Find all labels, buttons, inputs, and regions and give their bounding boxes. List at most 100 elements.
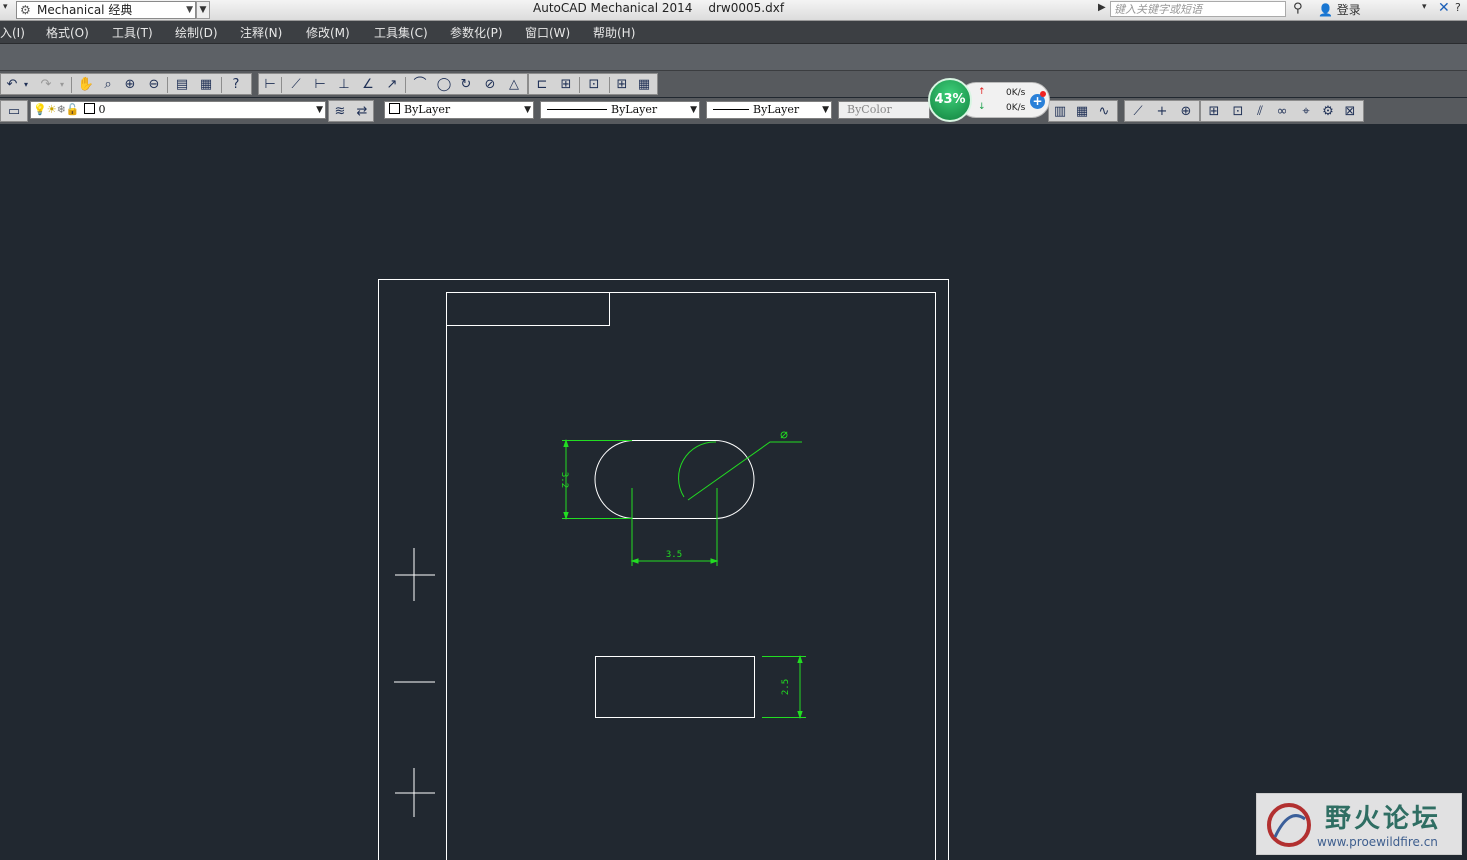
menu-parametric[interactable]: 参数化(P): [450, 24, 503, 41]
slot-height-dimension: [562, 440, 632, 519]
layer-states-icon[interactable]: ≋: [331, 103, 349, 121]
help-icon[interactable]: ?: [1455, 1, 1461, 14]
layer-manager-group: ▭: [0, 100, 28, 122]
upload-arrow-icon: ↑: [978, 87, 986, 97]
menu-insert[interactable]: 入(I): [0, 24, 25, 41]
dim-diameter-icon[interactable]: ⊘: [481, 76, 499, 94]
rectangle-shape: [595, 656, 755, 718]
dim-jogged-icon[interactable]: ↻: [457, 76, 475, 94]
lineweight-selector[interactable]: ByLayer ▼: [706, 101, 832, 119]
layer-selector[interactable]: 💡☀❄🔓 0 ▼: [30, 101, 326, 119]
curve-icon[interactable]: ∿: [1095, 103, 1113, 121]
diameter-leader: [687, 441, 802, 501]
login-label: 登录: [1336, 3, 1361, 17]
grid-icon[interactable]: ⊞: [613, 76, 631, 94]
hatch-icon[interactable]: ⊞: [1205, 103, 1223, 121]
dim-radius-icon[interactable]: ◯: [435, 76, 453, 94]
center-mark-icon[interactable]: ⊕: [1177, 103, 1195, 121]
search-input[interactable]: 键入关键字或短语: [1110, 1, 1286, 17]
color-value: ByLayer: [404, 103, 451, 116]
mechanical-tools-group: ⊞ ⊡ ⫽ ∞ ⌖ ⚙ ⊠: [1200, 100, 1364, 122]
sun-icon: ☀: [46, 103, 57, 116]
dim-quick-icon[interactable]: ⊢: [261, 76, 279, 94]
registration-mark-bottom: [395, 768, 435, 817]
diagonal-lines-icon[interactable]: ⫽: [1251, 103, 1269, 121]
dim-ordinate-icon[interactable]: ↗: [383, 76, 401, 94]
dim-angle-icon[interactable]: △: [505, 76, 523, 94]
customize-quick-access-button[interactable]: ▼: [196, 1, 210, 19]
linetype-value: ByLayer: [611, 103, 658, 116]
undo-icon[interactable]: ↶: [3, 76, 21, 94]
menu-modify[interactable]: 修改(M): [306, 24, 350, 41]
redo-dropdown-icon[interactable]: ▾: [57, 76, 67, 94]
chevron-down-icon: ▼: [316, 105, 323, 115]
table-icon[interactable]: ▦: [1073, 103, 1091, 121]
plotstyle-selector[interactable]: ByColor: [838, 101, 930, 119]
menu-tools[interactable]: 工具(T): [112, 24, 153, 41]
construction-line-icon[interactable]: ⟋: [1129, 103, 1147, 121]
color-selector[interactable]: ByLayer ▼: [384, 101, 534, 119]
binoculars-icon[interactable]: ⚲: [1293, 1, 1303, 16]
dim-angular-icon[interactable]: ∠: [359, 76, 377, 94]
linetype-selector[interactable]: ByLayer ▼: [540, 101, 700, 119]
dim-vertical-icon[interactable]: ⊥: [335, 76, 353, 94]
title-block: [446, 292, 610, 326]
dim-linear-icon[interactable]: ⊢: [311, 76, 329, 94]
file-name: drw0005.dxf: [708, 1, 785, 15]
lineweight-preview: [713, 109, 749, 110]
balloon-icon[interactable]: ⚙: [1319, 103, 1337, 121]
pan-icon[interactable]: ✋: [77, 76, 95, 94]
zoom-previous-icon[interactable]: ⊖: [145, 76, 163, 94]
login-button[interactable]: 👤 登录: [1318, 1, 1361, 18]
chevron-down-icon: ▼: [690, 105, 697, 115]
toolbar-separator: [71, 77, 72, 93]
freeze-icon: ❄: [56, 103, 66, 116]
drawing-canvas[interactable]: 3.2 3.5 ∅ 2.5: [0, 125, 1467, 860]
menu-help[interactable]: 帮助(H): [593, 24, 635, 41]
symbols-icon[interactable]: ∞: [1273, 103, 1291, 121]
dim-space-icon[interactable]: ⊡: [585, 76, 603, 94]
dim-continue-icon[interactable]: ⊞: [557, 76, 575, 94]
menu-annotate[interactable]: 注释(N): [240, 24, 282, 41]
undo-dropdown-icon[interactable]: ▾: [21, 76, 31, 94]
menu-draw[interactable]: 绘制(D): [175, 24, 218, 41]
login-dropdown-icon[interactable]: ▾: [1422, 2, 1427, 12]
detail-icon[interactable]: ⊡: [1229, 103, 1247, 121]
dim-baseline-icon[interactable]: ⊏: [533, 76, 551, 94]
menu-format[interactable]: 格式(O): [46, 24, 89, 41]
target-icon[interactable]: ⌖: [1297, 103, 1315, 121]
sheet-outer-border: [378, 279, 949, 860]
slot-spacing-text: 3.5: [666, 550, 682, 560]
color-swatch: [389, 103, 400, 114]
dim-aligned-icon[interactable]: ⟋: [287, 76, 305, 94]
search-expand-icon[interactable]: ▶: [1098, 2, 1106, 13]
properties-icon[interactable]: ▤: [173, 76, 191, 94]
help-icon[interactable]: ?: [227, 76, 245, 94]
bom-icon[interactable]: ⊠: [1341, 103, 1359, 121]
redo-icon[interactable]: ↷: [37, 76, 55, 94]
menu-window[interactable]: 窗口(W): [525, 24, 570, 41]
snap-tools-group: ⟋ + ⊕: [1124, 100, 1200, 122]
table-icon[interactable]: ▦: [635, 76, 653, 94]
dim-arc-icon[interactable]: ⌒: [411, 76, 429, 94]
menu-toolsets[interactable]: 工具集(C): [374, 24, 428, 41]
quick-access-arrow[interactable]: ▾: [3, 2, 8, 12]
toolbar-separator: [167, 77, 168, 93]
zoom-realtime-icon[interactable]: ⌕: [99, 76, 117, 94]
dimension-toolbar: ⊢ ⟋ ⊢ ⊥ ∠ ↗ ⌒ ◯ ↻ ⊘ △: [258, 73, 528, 95]
chevron-down-icon: ▼: [186, 5, 193, 15]
layer-previous-icon[interactable]: ⇄: [353, 103, 371, 121]
zoom-window-icon[interactable]: ⊕: [121, 76, 139, 94]
app-name: AutoCAD Mechanical 2014: [533, 1, 693, 15]
lightbulb-icon: 💡: [33, 103, 47, 116]
layout-icon[interactable]: ▥: [1051, 103, 1069, 121]
workspace-selector[interactable]: ⚙ Mechanical 经典 ▼: [16, 1, 196, 19]
crosshair-icon[interactable]: +: [1153, 103, 1171, 121]
layer-manager-icon[interactable]: ▭: [5, 103, 23, 121]
standard-toolbar: ↶ ▾ ↷ ▾ ✋ ⌕ ⊕ ⊖ ▤ ▦ ?: [0, 73, 252, 95]
exchange-icon[interactable]: ✕: [1438, 0, 1450, 16]
dimension-toolbar-2: ⊏ ⊞ ⊡ ⊞ ▦: [528, 73, 658, 95]
calculator-icon[interactable]: ▦: [197, 76, 215, 94]
network-speed-widget[interactable]: 43% ↑ ↓ 0K/s 0K/s +: [928, 78, 1050, 122]
download-arrow-icon: ↓: [978, 102, 986, 112]
